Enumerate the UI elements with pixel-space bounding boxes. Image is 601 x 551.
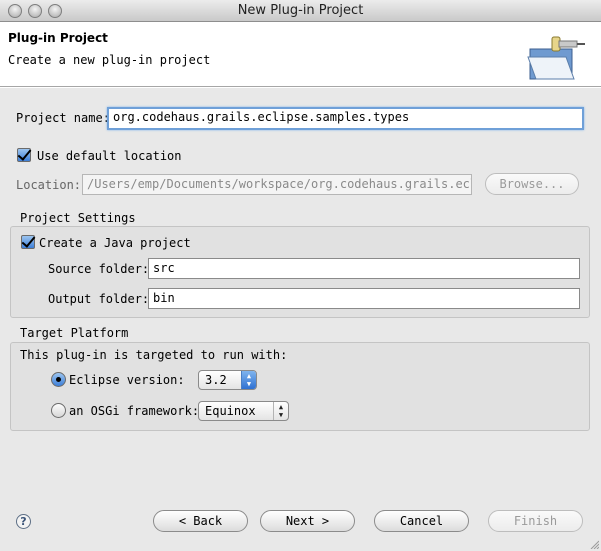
wizard-header: Plug-in Project Create a new plug-in pro…: [0, 23, 601, 87]
create-java-project-checkbox[interactable]: [21, 235, 35, 249]
target-platform-intro: This plug-in is targeted to run with:: [20, 348, 288, 362]
select-arrows-icon: ▲ ▼: [273, 402, 288, 420]
resize-grip-icon[interactable]: [589, 539, 599, 549]
cancel-button[interactable]: Cancel: [374, 510, 469, 532]
wizard-folder-plug-icon: [527, 36, 585, 80]
window-title: New Plug-in Project: [237, 3, 364, 18]
use-default-location-label: Use default location: [37, 149, 182, 163]
osgi-framework-select[interactable]: Equinox ▲ ▼: [198, 401, 289, 421]
location-input[interactable]: /Users/emp/Documents/workspace/org.codeh…: [82, 174, 472, 195]
target-platform-title: Target Platform: [20, 326, 129, 340]
title-bar: New Plug-in Project: [0, 0, 601, 22]
page-description: Create a new plug-in project: [8, 53, 211, 67]
output-folder-label: Output folder:: [48, 292, 150, 306]
location-label: Location:: [16, 178, 82, 192]
help-icon[interactable]: ?: [16, 514, 31, 529]
eclipse-version-value: 3.2: [205, 373, 227, 387]
output-folder-input[interactable]: bin: [148, 288, 580, 309]
project-name-label: Project name:: [16, 111, 110, 125]
next-button[interactable]: Next >: [260, 510, 355, 532]
page-title: Plug-in Project: [8, 31, 108, 45]
osgi-framework-label: an OSGi framework:: [69, 404, 200, 418]
browse-button[interactable]: Browse...: [485, 173, 579, 195]
eclipse-version-radio[interactable]: [51, 372, 66, 387]
project-settings-title: Project Settings: [20, 211, 136, 225]
use-default-location-checkbox[interactable]: [17, 148, 31, 162]
source-folder-input[interactable]: src: [148, 258, 580, 279]
finish-button[interactable]: Finish: [488, 510, 583, 532]
back-button[interactable]: < Back: [153, 510, 248, 532]
eclipse-version-label: Eclipse version:: [69, 373, 185, 387]
create-java-project-label: Create a Java project: [39, 236, 191, 250]
source-folder-label: Source folder:: [48, 262, 150, 276]
eclipse-version-select[interactable]: 3.2 ▲ ▼: [198, 370, 257, 390]
project-name-input[interactable]: org.codehaus.grails.eclipse.samples.type…: [107, 107, 584, 130]
select-arrows-icon: ▲ ▼: [241, 371, 256, 389]
osgi-framework-radio[interactable]: [51, 403, 66, 418]
osgi-framework-value: Equinox: [205, 404, 256, 418]
